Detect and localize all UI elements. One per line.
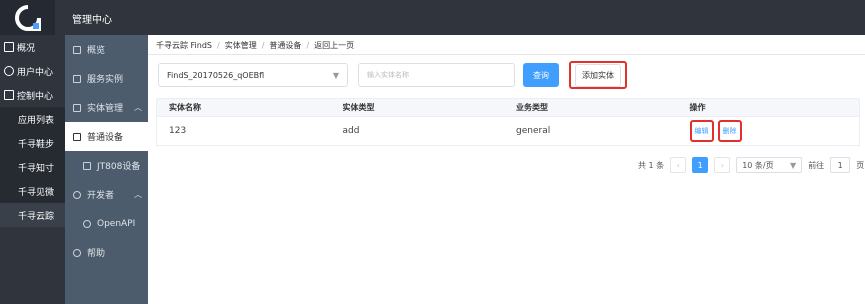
cell-entity-name: 123	[169, 126, 187, 136]
breadcrumb-item[interactable]: 千寻云踪 FindS	[156, 41, 212, 50]
goto-label: 前往	[808, 160, 825, 170]
goto-page-input[interactable]: 1	[830, 157, 851, 173]
header-operations: 操作	[689, 103, 706, 112]
nav-qianxun-zhicun[interactable]: 千寻知寸	[0, 155, 65, 179]
breadcrumb-item[interactable]: 普通设备	[269, 41, 301, 50]
delete-link[interactable]: 删除	[717, 120, 742, 142]
table-header: 实体名称 实体类型 业务类型 操作	[157, 99, 859, 117]
subnav-entity-management[interactable]: 实体管理 ︿	[65, 93, 148, 122]
doc-icon	[73, 132, 81, 141]
subnav-help[interactable]: 帮助	[65, 238, 148, 267]
nav-overview[interactable]: 概况	[0, 35, 65, 59]
subnav-developer-label: 开发者	[87, 191, 115, 201]
printer-icon	[73, 74, 81, 83]
left-sidebar: 概况 用户中心 控制中心 应用列表 千寻鞋步 千寻知寸 千寻见微 千寻云踪	[0, 35, 65, 304]
sub-sidebar: 概览 服务实例 实体管理 ︿ 普通设备 JT808设备 开发者 ︿ OpenAP…	[65, 35, 148, 304]
chevron-down-icon: ▼	[332, 70, 339, 80]
doc-icon	[83, 161, 91, 170]
next-page-button[interactable]: ›	[714, 157, 731, 173]
pagination: 共 1 条 ‹ 1 › 10 条/页 ▼ 前往 1 页	[638, 156, 864, 174]
page-number[interactable]: 1	[692, 157, 709, 173]
divider	[148, 54, 865, 55]
top-bar: 管理中心	[0, 0, 865, 35]
subnav-developer[interactable]: 开发者 ︿	[65, 180, 148, 209]
person-icon	[73, 190, 81, 199]
cell-business-type: general	[516, 126, 551, 136]
chevron-up-icon: ︿	[134, 103, 142, 112]
subnav-service-instance-label: 服务实例	[87, 75, 124, 85]
subnav-overview-label: 概览	[87, 46, 106, 56]
header-business-type: 业务类型	[516, 103, 548, 112]
chevron-down-icon: ▼	[790, 160, 797, 170]
subnav-jt808-device[interactable]: JT808设备	[65, 151, 148, 180]
grid-icon	[4, 42, 14, 52]
entity-table: 实体名称 实体类型 业务类型 操作 123 add general 编辑 删除	[156, 98, 860, 146]
entity-name-input[interactable]	[358, 63, 515, 87]
entity-select-value: FindS_20170526_qOEBfl	[167, 70, 265, 80]
user-icon	[4, 66, 14, 76]
nav-user-center[interactable]: 用户中心	[0, 59, 65, 83]
breadcrumb-back[interactable]: 返回上一页	[314, 41, 354, 50]
nav-qianxun-yunzong[interactable]: 千寻云踪	[0, 203, 65, 227]
page-size-select[interactable]: 10 条/页 ▼	[736, 157, 803, 173]
header-entity-name: 实体名称	[169, 103, 201, 112]
logo-icon	[14, 4, 41, 31]
nav-app-list[interactable]: 应用列表	[0, 107, 65, 131]
main-content: 千寻云踪 FindS / 实体管理 / 普通设备 / 返回上一页 FindS_2017052…	[148, 35, 865, 304]
list-icon	[73, 45, 81, 54]
nav-control-center[interactable]: 控制中心	[0, 83, 65, 107]
subnav-openapi[interactable]: OpenAPI	[65, 209, 148, 238]
header-entity-type: 实体类型	[342, 103, 375, 112]
monitor-icon	[4, 90, 14, 100]
app-title: 管理中心	[72, 15, 112, 26]
subnav-overview[interactable]: 概览	[65, 35, 148, 64]
subnav-jt808-device-label: JT808设备	[97, 162, 141, 172]
link-icon	[83, 219, 91, 228]
logo[interactable]	[0, 0, 55, 35]
cell-entity-type: add	[342, 126, 360, 136]
page-suffix: 页	[856, 160, 865, 170]
box-icon	[73, 103, 81, 112]
entity-select[interactable]: FindS_20170526_qOEBfl ▼	[158, 63, 348, 87]
add-entity-label: 添加实体	[575, 63, 621, 87]
page-size-value: 10 条/页	[742, 160, 774, 170]
nav-user-center-label: 用户中心	[17, 67, 54, 78]
nav-qianxun-jianwei[interactable]: 千寻见微	[0, 179, 65, 203]
breadcrumb-item[interactable]: 实体管理	[225, 41, 257, 50]
help-icon	[73, 248, 81, 257]
subnav-normal-device-label: 普通设备	[87, 133, 124, 143]
table-row: 123 add general 编辑 删除	[157, 117, 859, 145]
subnav-entity-management-label: 实体管理	[87, 104, 124, 114]
breadcrumb: 千寻云踪 FindS / 实体管理 / 普通设备 / 返回上一页	[156, 41, 355, 50]
subnav-help-label: 帮助	[87, 249, 106, 259]
query-button[interactable]: 查询	[523, 63, 559, 87]
cell-operations: 编辑 删除	[678, 120, 859, 142]
nav-overview-label: 概况	[17, 43, 36, 54]
add-entity-button[interactable]: 添加实体	[569, 61, 627, 89]
prev-page-button[interactable]: ‹	[670, 157, 687, 173]
subnav-service-instance[interactable]: 服务实例	[65, 64, 148, 93]
nav-qianxun-shoe[interactable]: 千寻鞋步	[0, 131, 65, 155]
edit-link[interactable]: 编辑	[689, 120, 714, 142]
subnav-openapi-label: OpenAPI	[97, 218, 136, 229]
chevron-up-icon: ︿	[134, 190, 142, 199]
total-count: 共 1 条	[638, 160, 665, 170]
subnav-normal-device[interactable]: 普通设备	[65, 122, 148, 151]
nav-control-center-label: 控制中心	[17, 91, 54, 102]
